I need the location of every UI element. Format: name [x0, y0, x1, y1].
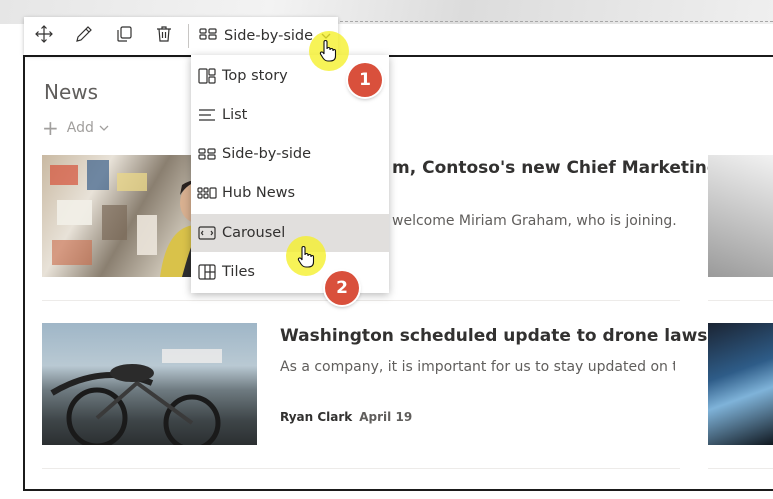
news-story-2-description: As a company, it is important for us to … — [280, 359, 675, 375]
news-story-2-date: April 19 — [359, 410, 413, 424]
duplicate-icon — [115, 25, 133, 47]
add-news-button[interactable]: + Add — [42, 116, 109, 140]
story-divider — [42, 468, 680, 469]
toolbar-separator — [188, 24, 189, 48]
move-button[interactable] — [24, 17, 64, 55]
news-story-2-title[interactable]: Washington scheduled update to drone law… — [280, 326, 707, 346]
hand-pointer-icon — [319, 39, 337, 62]
news-story-4-image[interactable] — [708, 323, 773, 445]
webpart-toolbar: Side-by-side — [24, 17, 338, 55]
add-label: Add — [66, 120, 94, 136]
top-story-icon — [196, 68, 218, 84]
delete-icon — [155, 25, 173, 47]
section-boundary-line — [330, 21, 773, 22]
plus-icon: + — [42, 116, 59, 140]
edit-icon — [75, 25, 93, 47]
layout-option-label: Top story — [222, 68, 288, 84]
news-story-1-description: welcome Miriam Graham, who is joining... — [392, 213, 678, 229]
news-story-1-title[interactable]: m, Contoso's new Chief Marketing — [392, 158, 719, 178]
side-by-side-icon — [199, 27, 217, 45]
side-by-side-icon — [196, 147, 218, 161]
chevron-down-icon — [99, 120, 109, 136]
move-icon — [35, 25, 53, 47]
news-story-2-author[interactable]: Ryan Clark — [280, 410, 352, 424]
news-story-2-image[interactable] — [42, 323, 257, 445]
tiles-icon — [196, 264, 218, 280]
edit-button[interactable] — [64, 17, 104, 55]
callout-badge-2: 2 — [325, 271, 359, 305]
hub-news-icon — [196, 186, 218, 200]
delete-button[interactable] — [144, 17, 184, 55]
news-story-3-image[interactable] — [708, 155, 773, 277]
story-divider — [708, 468, 773, 469]
layout-option-side-by-side[interactable]: Side-by-side — [191, 135, 389, 173]
layout-option-label: Tiles — [222, 264, 255, 280]
list-icon — [196, 108, 218, 122]
news-story-2-meta: Ryan Clark April 19 — [280, 410, 412, 424]
layout-option-list[interactable]: List — [191, 96, 389, 134]
layout-option-label: Carousel — [222, 225, 286, 241]
layout-option-hub-news[interactable]: Hub News — [191, 174, 389, 212]
news-section-title: News — [44, 80, 99, 104]
hand-pointer-icon — [297, 245, 315, 268]
layout-option-label: List — [222, 107, 248, 123]
layout-option-label: Hub News — [222, 185, 296, 201]
duplicate-button[interactable] — [104, 17, 144, 55]
layout-dropdown-label: Side-by-side — [224, 28, 314, 44]
callout-badge-1: 1 — [348, 63, 382, 97]
story-divider — [708, 300, 773, 301]
story-divider — [42, 300, 680, 301]
carousel-icon — [196, 226, 218, 240]
layout-option-label: Side-by-side — [222, 146, 312, 162]
